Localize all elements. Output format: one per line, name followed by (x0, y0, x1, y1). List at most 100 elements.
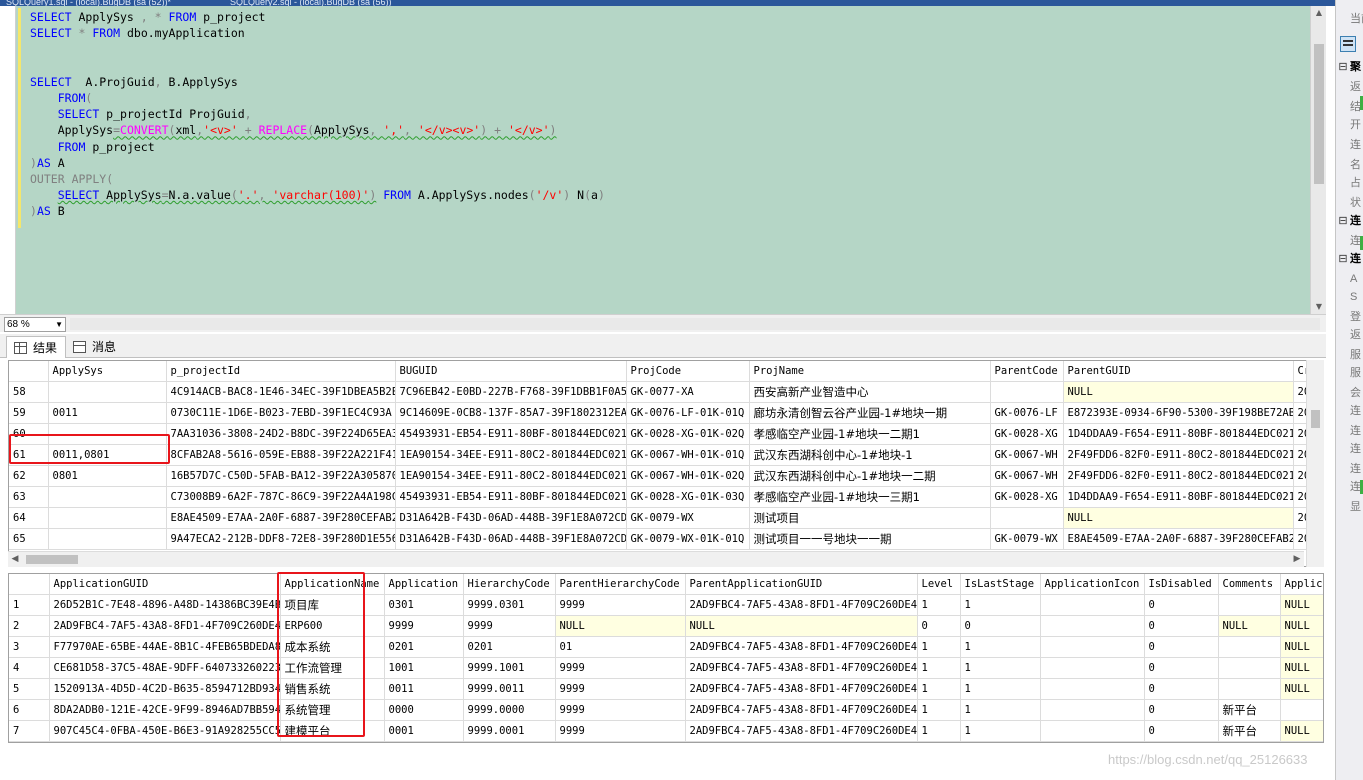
property-row[interactable]: 返 (1336, 78, 1363, 96)
tab-results[interactable]: 结果 (6, 336, 67, 358)
table-cell[interactable]: 1 (960, 657, 1041, 679)
row-number[interactable]: 1 (9, 594, 50, 616)
table-cell[interactable] (1280, 699, 1323, 721)
table-cell[interactable]: 0 (1144, 615, 1219, 637)
table-row[interactable]: 2 2AD9FBC4-7AF5-43A8-8FD1-4F709C260DE4 ERP… (9, 615, 1323, 637)
scroll-down-arrow-icon[interactable]: ▼ (1311, 300, 1327, 314)
table-cell[interactable]: 1 (917, 678, 961, 700)
table-cell[interactable]: GK-0028-XG (990, 486, 1064, 508)
table-cell[interactable]: 9A47ECA2-212B-DDF8-72E8-39F280D1E556 (166, 528, 396, 550)
table-cell[interactable]: 0 (1144, 594, 1219, 616)
table-cell[interactable]: 0201 (463, 636, 556, 658)
property-row[interactable]: 连 (1336, 440, 1363, 458)
table-cell[interactable]: 0001 (384, 720, 464, 742)
table-cell[interactable]: CE681D58-37C5-48AE-9DFF-640733260223 (49, 657, 281, 679)
zoom-select[interactable]: 68 % ▼ (4, 317, 66, 332)
table-cell[interactable]: 2AD9FBC4-7AF5-43A8-8FD1-4F709C260DE4 (685, 720, 918, 742)
table-cell[interactable]: 7AA31036-3808-24D2-B8DC-39F224D65EA3 (166, 423, 396, 445)
row-number[interactable]: 64 (9, 507, 49, 529)
table-cell[interactable]: GK-0076-LF-01K-01Q (626, 402, 750, 424)
table-cell[interactable]: 1 (917, 657, 961, 679)
row-number[interactable]: 62 (9, 465, 49, 487)
table-cell[interactable]: 16B57D7C-C50D-5FAB-BA12-39F22A305870 (166, 465, 396, 487)
table-cell[interactable]: 1 (917, 594, 961, 616)
scroll-up-arrow-icon[interactable]: ▲ (1311, 6, 1327, 20)
table-cell[interactable]: GK-0028-XG-01K-03Q (626, 486, 750, 508)
table-cell[interactable]: 1 (960, 636, 1041, 658)
collapse-icon[interactable]: ⊟ (1336, 212, 1350, 230)
table-cell[interactable] (1040, 594, 1145, 616)
column-header[interactable]: IsDisabled (1144, 574, 1219, 595)
property-row[interactable]: 服 (1336, 364, 1363, 382)
table-cell[interactable]: 孝感临空产业园-1#地块一二期1 (749, 423, 991, 445)
column-header[interactable]: Application (384, 574, 464, 595)
table-row[interactable]: 64 E8AE4509-E7AA-2A0F-6887-39F280CEFAB2 D3… (9, 507, 1323, 529)
table-cell[interactable]: NULL (1063, 507, 1294, 529)
table-cell[interactable]: 2AD9FBC4-7AF5-43A8-8FD1-4F709C260DE4 (685, 678, 918, 700)
property-row[interactable]: A (1336, 270, 1363, 288)
table-cell[interactable]: 0 (1144, 699, 1219, 721)
column-header[interactable]: ParentCode (990, 361, 1064, 382)
property-row[interactable]: 连 (1336, 136, 1363, 154)
table-cell[interactable]: 7C96EB42-E0BD-227B-F768-39F1DBB1F0A5 (395, 381, 627, 403)
table-cell[interactable] (1218, 657, 1281, 679)
property-row[interactable]: 状 (1336, 194, 1363, 212)
property-row[interactable]: 连 (1336, 402, 1363, 420)
table-cell[interactable]: GK-0028-XG-01K-02Q (626, 423, 750, 445)
column-header[interactable]: Comments (1218, 574, 1281, 595)
table-cell[interactable] (1040, 615, 1145, 637)
table-cell[interactable] (48, 486, 167, 508)
table-cell[interactable] (1218, 594, 1281, 616)
table-cell[interactable]: 9C14609E-0CB8-137F-85A7-39F1802312EA (395, 402, 627, 424)
table-cell[interactable]: NULL (1280, 720, 1323, 742)
table-cell[interactable]: 9999.0001 (463, 720, 556, 742)
table-cell[interactable]: 9999.0011 (463, 678, 556, 700)
table-row[interactable]: 62 0801 16B57D7C-C50D-5FAB-BA12-39F22A3058… (9, 465, 1323, 487)
column-header[interactable]: p_projectId (166, 361, 396, 382)
table-cell[interactable] (1040, 720, 1145, 742)
column-header[interactable]: ApplicationIcon (1040, 574, 1145, 595)
table-cell[interactable]: 26D52B1C-7E48-4896-A48D-14386BC39E4B (49, 594, 281, 616)
table-cell[interactable]: 8CFAB2A8-5616-059E-EB88-39F22A221F41 (166, 444, 396, 466)
grid1-vertical-scrollbar[interactable] (1306, 360, 1324, 567)
table-cell[interactable]: 廊坊永清创智云谷产业园-1#地块一期 (749, 402, 991, 424)
table-cell[interactable]: 9999 (384, 615, 464, 637)
table-cell[interactable]: 2AD9FBC4-7AF5-43A8-8FD1-4F709C260DE4 (685, 594, 918, 616)
row-number[interactable]: 59 (9, 402, 49, 424)
table-cell[interactable]: 1D4DDAA9-F654-E911-80BF-801844EDC021 (1063, 486, 1294, 508)
table-cell[interactable] (1040, 699, 1145, 721)
grid1-horizontal-scrollbar[interactable]: ◀ ▶ (8, 551, 1304, 567)
table-cell[interactable]: GK-0067-WH (990, 444, 1064, 466)
property-row[interactable]: 显 (1336, 498, 1363, 516)
row-number[interactable]: 2 (9, 615, 50, 637)
row-number[interactable]: 5 (9, 678, 50, 700)
table-cell[interactable]: 测试项目一一号地块一一期 (749, 528, 991, 550)
table-row[interactable]: 58 4C914ACB-BAC8-1E46-34EC-39F1DBEA5B2E 7C… (9, 381, 1323, 403)
editor-vertical-scrollbar[interactable]: ▲ ▼ (1310, 6, 1326, 314)
table-cell[interactable]: 0 (1144, 636, 1219, 658)
table-cell[interactable]: NULL (1280, 678, 1323, 700)
result-grid-1[interactable]: ApplySys p_projectId BUGUID ProjCode ProjNam… (8, 360, 1324, 567)
row-number[interactable]: 3 (9, 636, 50, 658)
scroll-thumb[interactable] (1314, 44, 1324, 184)
table-cell[interactable]: NULL (1280, 657, 1323, 679)
table-cell[interactable]: 9999 (463, 615, 556, 637)
scroll-left-arrow-icon[interactable]: ◀ (8, 552, 22, 567)
sql-editor[interactable]: SELECT ApplySys , * FROM p_project SELECT… (0, 6, 1310, 314)
table-cell[interactable]: 9999 (555, 657, 686, 679)
table-cell[interactable]: 0 (1144, 720, 1219, 742)
table-row[interactable]: 63 C73008B9-6A2F-787C-86C9-39F22A4A198C 45… (9, 486, 1323, 508)
table-cell[interactable]: GK-0067-WH-01K-01Q (626, 444, 750, 466)
column-header[interactable]: IsLastStage (960, 574, 1041, 595)
table-cell[interactable] (990, 507, 1064, 529)
table-cell[interactable]: 1 (960, 594, 1041, 616)
table-cell[interactable]: E872393E-0934-6F90-5300-39F198BE72AB (1063, 402, 1294, 424)
table-cell[interactable]: 武汉东西湖科创中心-1#地块一二期 (749, 465, 991, 487)
sort-categorized-icon[interactable] (1340, 36, 1356, 52)
table-cell[interactable] (1040, 678, 1145, 700)
sql-code[interactable]: SELECT ApplySys , * FROM p_project SELECT… (30, 9, 605, 219)
table-cell[interactable]: NULL (1280, 594, 1323, 616)
table-cell[interactable]: 西安高新产业智造中心 (749, 381, 991, 403)
table-cell[interactable]: 9999.1001 (463, 657, 556, 679)
table-cell[interactable]: 0000 (384, 699, 464, 721)
